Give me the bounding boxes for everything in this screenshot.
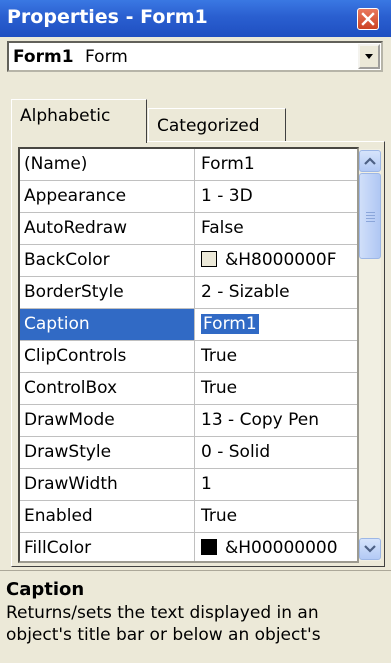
- title-bar[interactable]: Properties - Form1: [0, 0, 391, 37]
- property-row[interactable]: ControlBox True: [20, 373, 357, 405]
- tab-alphabetic[interactable]: Alphabetic: [11, 99, 147, 143]
- property-name: DrawMode: [20, 405, 195, 436]
- property-row[interactable]: Enabled True: [20, 501, 357, 533]
- close-icon: [361, 12, 375, 26]
- property-row[interactable]: AutoRedraw False: [20, 213, 357, 245]
- tab-categorized[interactable]: Categorized: [148, 108, 286, 142]
- window-title: Properties - Form1: [7, 6, 208, 28]
- chevron-up-icon: [364, 157, 376, 165]
- property-value[interactable]: &H00000000: [196, 533, 357, 561]
- property-grid: (Name) Form1 Appearance 1 - 3D AutoRedra…: [18, 147, 359, 563]
- property-row[interactable]: DrawMode 13 - Copy Pen: [20, 405, 357, 437]
- color-swatch: [201, 539, 217, 555]
- property-row[interactable]: DrawWidth 1: [20, 469, 357, 501]
- object-dropdown-button[interactable]: [358, 44, 380, 69]
- description-pane: Caption Returns/sets the text displayed …: [0, 570, 391, 663]
- property-name: AutoRedraw: [20, 213, 195, 244]
- property-value[interactable]: Form1: [196, 149, 357, 180]
- property-row[interactable]: BorderStyle 2 - Sizable: [20, 277, 357, 309]
- property-value[interactable]: True: [196, 501, 357, 532]
- property-name: (Name): [20, 149, 195, 180]
- property-value[interactable]: True: [196, 341, 357, 372]
- property-row-selected[interactable]: Caption Form1: [20, 309, 357, 341]
- property-value-input[interactable]: Form1: [196, 309, 357, 340]
- property-value[interactable]: 13 - Copy Pen: [196, 405, 357, 436]
- description-text: Returns/sets the text displayed in an ob…: [6, 603, 321, 645]
- property-name: Caption: [20, 309, 195, 340]
- property-name: FillColor: [20, 533, 195, 561]
- description-title: Caption: [6, 579, 85, 600]
- property-name: ControlBox: [20, 373, 195, 404]
- property-row[interactable]: BackColor &H8000000F: [20, 245, 357, 277]
- property-name: BorderStyle: [20, 277, 195, 308]
- property-name: DrawWidth: [20, 469, 195, 500]
- property-value[interactable]: 2 - Sizable: [196, 277, 357, 308]
- tab-label: Alphabetic: [20, 106, 111, 126]
- property-row[interactable]: DrawStyle 0 - Solid: [20, 437, 357, 469]
- object-selector[interactable]: Form1 Form: [7, 41, 383, 72]
- property-row[interactable]: (Name) Form1: [20, 149, 357, 181]
- color-swatch: [201, 251, 217, 267]
- object-name: Form1: [13, 47, 74, 67]
- property-value[interactable]: 1: [196, 469, 357, 500]
- property-row[interactable]: Appearance 1 - 3D: [20, 181, 357, 213]
- property-value[interactable]: 1 - 3D: [196, 181, 357, 212]
- tab-label: Categorized: [157, 116, 260, 136]
- properties-window: Properties - Form1 Form1 Form Alphabetic…: [0, 0, 391, 663]
- object-type: Form: [85, 47, 128, 67]
- property-name: Appearance: [20, 181, 195, 212]
- close-button[interactable]: [357, 8, 379, 30]
- scroll-thumb[interactable]: [359, 173, 381, 259]
- property-value[interactable]: False: [196, 213, 357, 244]
- scroll-down-button[interactable]: [359, 538, 381, 560]
- property-row[interactable]: ClipControls True: [20, 341, 357, 373]
- property-name: DrawStyle: [20, 437, 195, 468]
- chevron-down-icon: [365, 54, 373, 59]
- property-value[interactable]: 0 - Solid: [196, 437, 357, 468]
- property-name: ClipControls: [20, 341, 195, 372]
- vertical-scrollbar[interactable]: [359, 149, 381, 561]
- scroll-up-button[interactable]: [359, 150, 381, 172]
- property-name: Enabled: [20, 501, 195, 532]
- property-value[interactable]: &H8000000F: [196, 245, 357, 276]
- property-row[interactable]: FillColor &H00000000: [20, 533, 357, 561]
- chevron-down-icon: [364, 545, 376, 553]
- property-value[interactable]: True: [196, 373, 357, 404]
- property-name: BackColor: [20, 245, 195, 276]
